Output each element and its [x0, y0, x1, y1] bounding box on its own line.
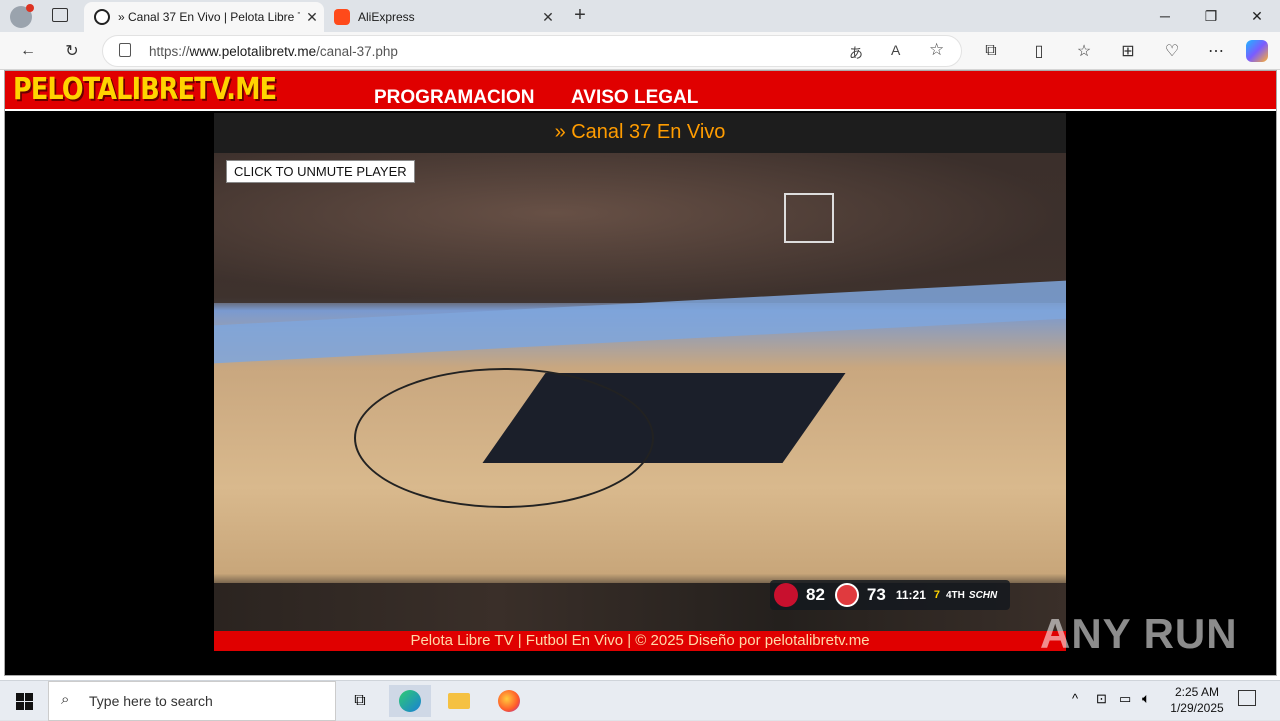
- taskbar: ⌕ Type here to search ⧉ ^ ⊡ ▭ 🔈︎ 2:25 AM…: [0, 680, 1280, 721]
- clock-date: 1/29/2025: [1170, 701, 1224, 715]
- favorite-star-icon[interactable]: ☆: [929, 40, 944, 60]
- anyrun-watermark: ANY RUN: [1040, 610, 1238, 657]
- browser-essentials-icon[interactable]: ♡: [1158, 38, 1186, 64]
- url-path: /canal-37.php: [316, 44, 398, 59]
- refresh-button[interactable]: ↻: [58, 38, 86, 64]
- tab-title: AliExpress: [358, 10, 415, 24]
- task-view-icon[interactable]: ⧉: [339, 685, 381, 717]
- game-clock: 11:21: [895, 588, 926, 602]
- profile-icon[interactable]: [10, 4, 34, 28]
- minimize-button[interactable]: ─: [1142, 0, 1188, 32]
- tray-chevron-icon[interactable]: ^: [1072, 691, 1078, 706]
- url-domain: www.pelotalibretv.me: [189, 44, 317, 59]
- soccer-ball-icon: [94, 9, 110, 25]
- read-aloud-icon[interactable]: A: [891, 42, 900, 58]
- restore-button[interactable]: ❐: [1188, 0, 1234, 32]
- site-container: PELOTALIBRETV.ME PROGRAMACION AVISO LEGA…: [4, 70, 1277, 676]
- site-logo[interactable]: PELOTALIBRETV.ME: [13, 72, 277, 107]
- lock-icon[interactable]: [119, 43, 131, 57]
- menu-aviso-legal[interactable]: AVISO LEGAL: [571, 87, 698, 109]
- rockets-logo-icon: [774, 583, 798, 607]
- close-tab-icon[interactable]: ✕: [300, 9, 324, 26]
- network-logo: SCHN: [968, 589, 998, 601]
- search-icon: ⌕: [61, 691, 70, 708]
- tab-strip: » Canal 37 En Vivo | Pelota Libre TV ✕ A…: [0, 0, 1280, 32]
- new-tab-button[interactable]: +: [568, 4, 592, 28]
- address-bar-row: ← ↻ https://www.pelotalibretv.me/canal-3…: [0, 32, 1280, 70]
- tab-actions-icon[interactable]: [52, 8, 68, 22]
- center-circle: [354, 368, 654, 508]
- hawks-logo-icon: [834, 583, 859, 607]
- tab-canal-37[interactable]: » Canal 37 En Vivo | Pelota Libre TV ✕: [84, 2, 324, 32]
- search-placeholder: Type here to search: [89, 693, 213, 709]
- menu-programacion[interactable]: PROGRAMACION: [374, 87, 534, 109]
- home-score: 82: [806, 585, 825, 604]
- taskbar-search[interactable]: ⌕ Type here to search: [48, 681, 336, 721]
- close-window-button[interactable]: ✕: [1234, 0, 1280, 32]
- url-text[interactable]: https://www.pelotalibretv.me/canal-37.ph…: [149, 44, 398, 59]
- edge-taskbar-icon[interactable]: [389, 685, 431, 717]
- aliexpress-icon: [334, 9, 350, 25]
- site-footer: Pelota Libre TV | Futbol En Vivo | © 202…: [214, 631, 1066, 651]
- tab-aliexpress[interactable]: AliExpress ✕: [324, 2, 560, 32]
- copilot-icon[interactable]: [1243, 38, 1271, 64]
- tray-display-icon[interactable]: ▭: [1119, 691, 1131, 707]
- more-menu-icon[interactable]: ⋯: [1202, 38, 1230, 64]
- period: 4TH: [946, 589, 965, 601]
- basket: [784, 193, 834, 243]
- favorites-icon[interactable]: ☆: [1070, 38, 1098, 64]
- collections-icon[interactable]: ⊞: [1114, 38, 1142, 64]
- firefox-icon[interactable]: [488, 685, 530, 717]
- address-bar[interactable]: https://www.pelotalibretv.me/canal-37.ph…: [102, 35, 962, 67]
- split-screen-icon[interactable]: ▯: [1025, 38, 1053, 64]
- clock-time: 2:25 AM: [1174, 685, 1220, 699]
- tray-volume-icon[interactable]: 🔈︎: [1142, 690, 1150, 707]
- video-player[interactable]: CLICK TO UNMUTE PLAYER 82 73 11:21 7 4TH…: [214, 153, 1066, 631]
- channel-title: » Canal 37 En Vivo: [554, 121, 726, 143]
- file-explorer-icon[interactable]: [438, 685, 480, 717]
- away-score: 73: [866, 585, 886, 604]
- windows-start-icon[interactable]: [3, 685, 45, 717]
- site-header: PELOTALIBRETV.ME PROGRAMACION AVISO LEGA…: [5, 71, 1276, 111]
- shot-clock: 7: [933, 589, 940, 601]
- channel-panel: » Canal 37 En Vivo CLICK TO UNMUTE PLAYE…: [214, 113, 1066, 651]
- page-viewport: PELOTALIBRETV.ME PROGRAMACION AVISO LEGA…: [0, 70, 1280, 680]
- notifications-icon[interactable]: [1238, 690, 1256, 706]
- close-tab-icon[interactable]: ✕: [536, 9, 560, 26]
- translate-icon[interactable]: あ: [849, 43, 863, 63]
- scorebug: 82 73 11:21 7 4TH SCHN: [770, 580, 1010, 610]
- unmute-button[interactable]: CLICK TO UNMUTE PLAYER: [226, 160, 415, 183]
- url-prefix: https://: [149, 44, 190, 59]
- tab-title: » Canal 37 En Vivo | Pelota Libre TV: [118, 10, 300, 24]
- tray-network-icon[interactable]: ⊡: [1096, 691, 1107, 707]
- back-button[interactable]: ←: [14, 38, 42, 64]
- taskbar-clock[interactable]: 2:25 AM 1/29/2025: [1160, 684, 1234, 716]
- extensions-icon[interactable]: ⧉: [977, 38, 1005, 64]
